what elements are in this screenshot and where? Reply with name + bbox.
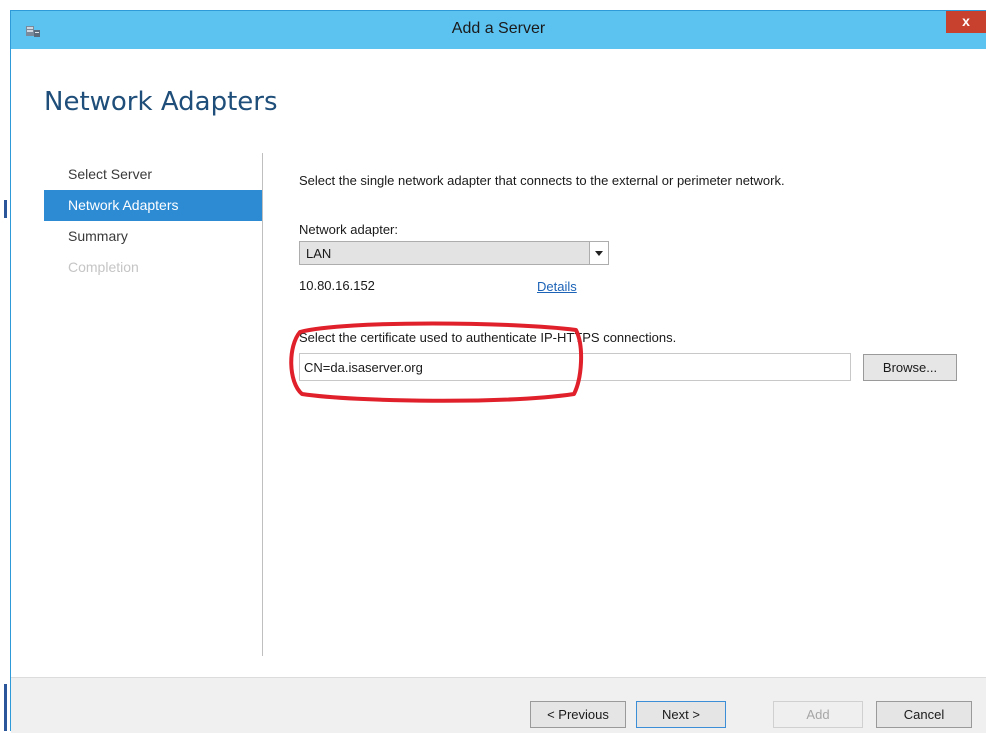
nav-item-completion: Completion <box>68 259 139 275</box>
wizard-nav: Select Server Network Adapters Summary C… <box>44 159 262 283</box>
button-bar: < Previous Next > Add Cancel <box>11 677 986 733</box>
red-annotation-circle <box>289 321 584 403</box>
nav-divider <box>262 153 263 656</box>
close-button[interactable]: x <box>946 11 986 33</box>
instruction-text: Select the single network adapter that c… <box>299 173 785 188</box>
nav-item-summary[interactable]: Summary <box>44 221 262 252</box>
desktop-background <box>0 0 10 731</box>
window-title: Add a Server <box>451 20 546 37</box>
details-link[interactable]: Details <box>537 279 577 294</box>
ip-address: 10.80.16.152 <box>299 278 375 293</box>
previous-button[interactable]: < Previous <box>530 701 626 728</box>
browse-button[interactable]: Browse... <box>863 354 957 381</box>
network-adapter-dropdown[interactable]: LAN <box>299 241 609 265</box>
chevron-down-icon[interactable] <box>589 242 608 264</box>
desktop-edge-mark <box>4 200 7 218</box>
nav-item-network-adapters[interactable]: Network Adapters <box>44 190 262 221</box>
nav-item-select-server[interactable]: Select Server <box>44 159 262 190</box>
page-title: Network Adapters <box>44 87 278 117</box>
title-bar[interactable]: Add a Server x <box>11 11 986 49</box>
add-button: Add <box>773 701 863 728</box>
cancel-button[interactable]: Cancel <box>876 701 972 728</box>
network-adapter-label: Network adapter: <box>299 222 398 237</box>
add-server-dialog: Add a Server x Network Adapters Select S… <box>10 10 986 733</box>
network-adapter-value: LAN <box>306 246 332 261</box>
desktop-edge-mark <box>4 684 7 731</box>
next-button[interactable]: Next > <box>636 701 726 728</box>
